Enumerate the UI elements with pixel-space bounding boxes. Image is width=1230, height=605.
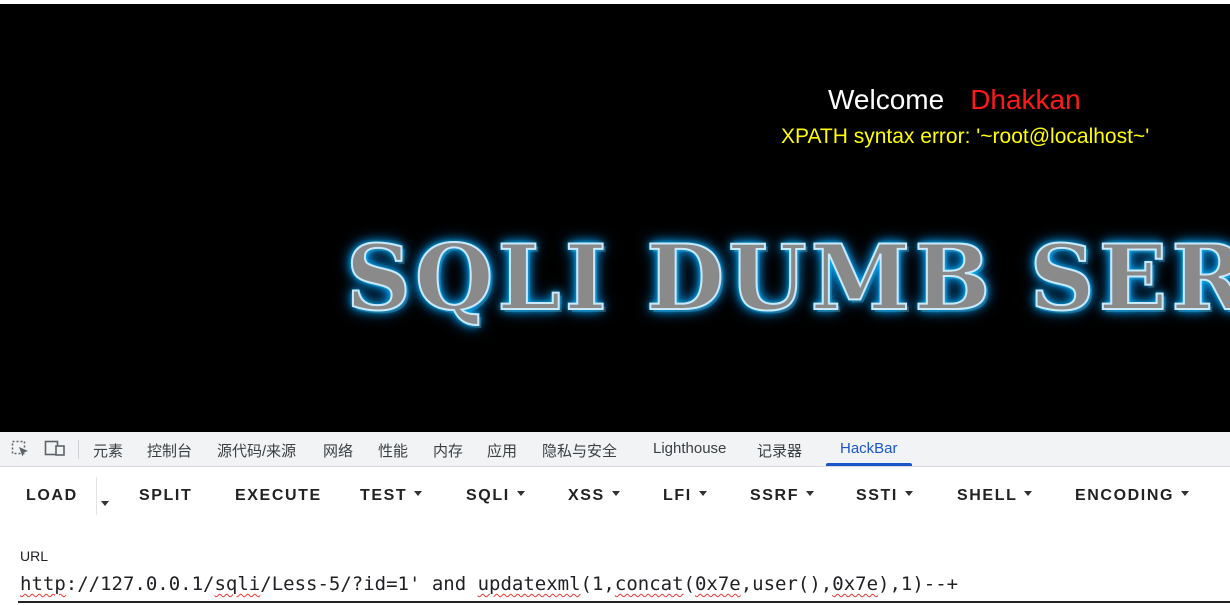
load-menu-button[interactable] — [101, 493, 113, 506]
test-menu-button[interactable]: TEST — [360, 487, 423, 505]
tab-sources[interactable]: 源代码/来源 — [217, 440, 296, 461]
tab-console[interactable]: 控制台 — [147, 440, 192, 461]
devtools-tab-bar: 元素 控制台 源代码/来源 网络 性能 内存 应用 隐私与安全 Lighthou… — [0, 432, 1230, 467]
shell-button-label: SHELL — [957, 487, 1018, 504]
chevron-down-icon — [806, 491, 815, 497]
welcome-line: Welcome Dhakkan — [828, 84, 1081, 116]
chevron-down-icon — [516, 491, 525, 497]
chevron-down-icon — [904, 491, 913, 497]
sqli-dumb-series-banner: SQLI DUMB SERIES — [345, 224, 1230, 332]
ssrf-button-label: SSRF — [750, 487, 800, 504]
sqli-menu-button[interactable]: SQLI — [466, 487, 525, 505]
tab-recorder[interactable]: 记录器 — [757, 440, 802, 461]
url-segment: updatexml — [477, 573, 581, 595]
welcome-username: Dhakkan — [970, 84, 1081, 115]
lfi-menu-button[interactable]: LFI — [663, 487, 707, 505]
tab-privacy-security[interactable]: 隐私与安全 — [542, 440, 617, 461]
device-toolbar-icon[interactable] — [44, 440, 65, 458]
test-button-label: TEST — [360, 487, 408, 504]
lfi-button-label: LFI — [663, 487, 692, 504]
split-button-label: SPLIT — [139, 487, 193, 504]
url-segment: 0x7e — [832, 573, 879, 595]
url-label: URL — [20, 548, 49, 564]
chevron-down-icon — [101, 501, 109, 506]
xss-button-label: XSS — [568, 487, 605, 504]
execute-button[interactable]: EXECUTE — [235, 487, 322, 505]
encoding-menu-button[interactable]: ENCODING — [1075, 487, 1190, 505]
ssrf-menu-button[interactable]: SSRF — [750, 487, 815, 505]
url-segment: sqli — [214, 573, 261, 595]
load-split-divider — [96, 477, 97, 515]
xss-menu-button[interactable]: XSS — [568, 487, 620, 505]
sqli-button-label: SQLI — [466, 487, 510, 504]
chevron-down-icon — [611, 491, 620, 497]
execute-button-label: EXECUTE — [235, 487, 322, 504]
url-segment: ://127.0.0.1/ — [65, 573, 215, 595]
url-segment: (1, — [580, 573, 615, 595]
split-button[interactable]: SPLIT — [139, 487, 192, 505]
inspect-element-icon[interactable] — [11, 440, 31, 458]
tab-application[interactable]: 应用 — [487, 440, 517, 461]
url-segment: ,user(), — [740, 573, 833, 595]
url-input-value: http://127.0.0.1/sqli/Less-5/?id=1' and … — [20, 573, 958, 595]
tab-hackbar[interactable]: HackBar — [840, 440, 898, 457]
xpath-error-message: XPATH syntax error: '~root@localhost~' — [781, 125, 1150, 148]
url-segment: /Less-5/?id=1' and — [260, 573, 478, 595]
active-tab-indicator — [826, 463, 912, 466]
tab-network[interactable]: 网络 — [323, 440, 353, 461]
tab-elements[interactable]: 元素 — [93, 440, 123, 461]
tab-memory[interactable]: 内存 — [433, 440, 463, 461]
load-button[interactable]: LOAD — [26, 487, 78, 505]
url-segment: http — [20, 573, 66, 595]
url-segment: 0x7e — [694, 573, 741, 595]
tab-lighthouse[interactable]: Lighthouse — [653, 440, 726, 457]
tab-performance[interactable]: 性能 — [378, 440, 408, 461]
shell-menu-button[interactable]: SHELL — [957, 487, 1033, 505]
chevron-down-icon — [698, 491, 707, 497]
ssti-menu-button[interactable]: SSTI — [856, 487, 913, 505]
hackbar-toolbar: LOAD SPLIT EXECUTE TEST SQLI XSS LFI SSR… — [0, 467, 1230, 525]
url-segment: ( — [683, 573, 695, 595]
chevron-down-icon — [1181, 491, 1190, 497]
url-segment: concat — [614, 573, 684, 595]
encoding-button-label: ENCODING — [1075, 487, 1175, 504]
welcome-text: Welcome — [828, 84, 945, 115]
tab-divider — [78, 440, 79, 459]
url-input[interactable]: http://127.0.0.1/sqli/Less-5/?id=1' and … — [18, 571, 1230, 603]
url-segment: ),1)--+ — [878, 573, 959, 595]
page-viewport: Welcome Dhakkan XPATH syntax error: '~roo… — [0, 4, 1230, 432]
load-button-label: LOAD — [26, 487, 78, 504]
chevron-down-icon — [1024, 491, 1033, 497]
chevron-down-icon — [414, 491, 423, 497]
ssti-button-label: SSTI — [856, 487, 898, 504]
